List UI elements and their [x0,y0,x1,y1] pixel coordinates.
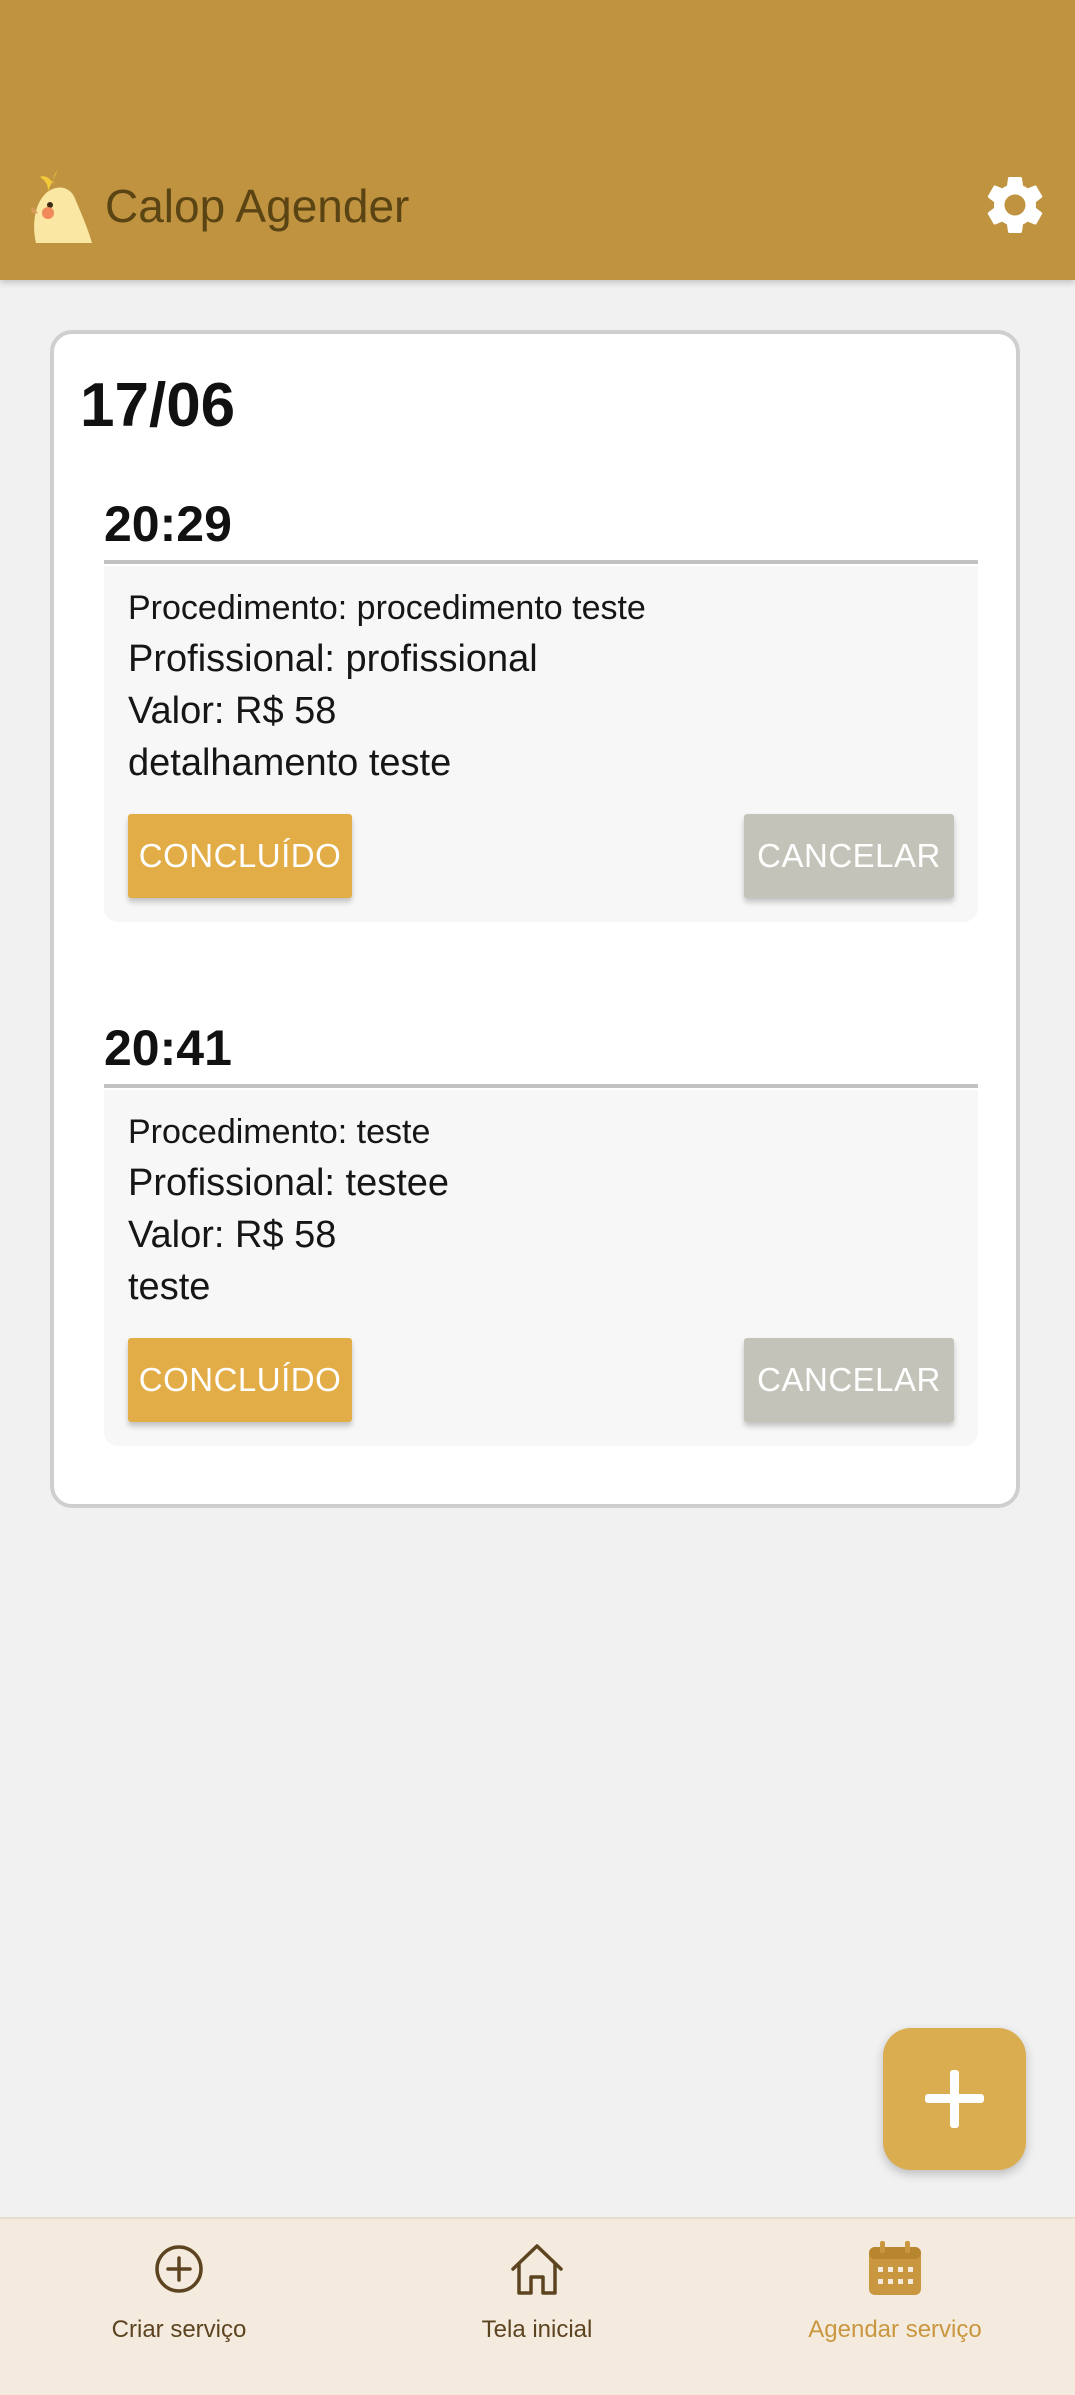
professional-text: Profissional: testee [128,1162,450,1204]
details-text: detalhamento teste [128,742,452,784]
nav-label: Tela inicial [481,2316,593,2343]
nav-item-criar-servico[interactable]: Criar serviço [0,2219,358,2395]
plus-icon [925,2070,984,2128]
appointment-details: Procedimento: procedimento teste Profiss… [104,566,978,922]
appointment-time: 20:41 [104,1020,232,1076]
bottom-navigation: Criar serviço Tela inicial Agendar servi… [0,2217,1075,2395]
home-icon [511,2244,563,2295]
details-text: teste [128,1266,211,1308]
calendar-icon [869,2241,921,2295]
cancel-appointment-button[interactable]: CANCELAR [744,1338,954,1422]
app-bar: Calop Agender [0,0,1075,280]
app-title: Calop Agender [105,180,410,232]
nav-label: Criar serviço [111,2316,247,2343]
gear-icon[interactable] [980,170,1050,240]
plus-circle-icon [155,2245,203,2293]
professional-text: Profissional: profissional [128,638,538,680]
divider [104,560,978,564]
nav-label: Agendar serviço [808,2316,982,2343]
cancel-appointment-button[interactable]: CANCELAR [744,814,954,898]
divider [104,1084,978,1088]
nav-item-agendar-servico[interactable]: Agendar serviço [716,2219,1074,2395]
nav-item-tela-inicial[interactable]: Tela inicial [358,2219,716,2395]
day-card: 17/06 20:29 Procedimento: procedimento t… [50,330,1020,1508]
price-text: Valor: R$ 58 [128,690,337,732]
add-appointment-fab[interactable] [883,2028,1026,2170]
cockatiel-logo-icon [31,169,92,243]
appointment-time: 20:29 [104,496,232,552]
price-text: Valor: R$ 58 [128,1214,337,1256]
day-date: 17/06 [80,371,236,440]
mark-done-button[interactable]: CONCLUÍDO [128,814,352,898]
mark-done-button[interactable]: CONCLUÍDO [128,1338,352,1422]
appointment-details: Procedimento: teste Profissional: testee… [104,1090,978,1446]
procedure-text: Procedimento: procedimento teste [128,589,646,627]
procedure-text: Procedimento: teste [128,1113,431,1151]
